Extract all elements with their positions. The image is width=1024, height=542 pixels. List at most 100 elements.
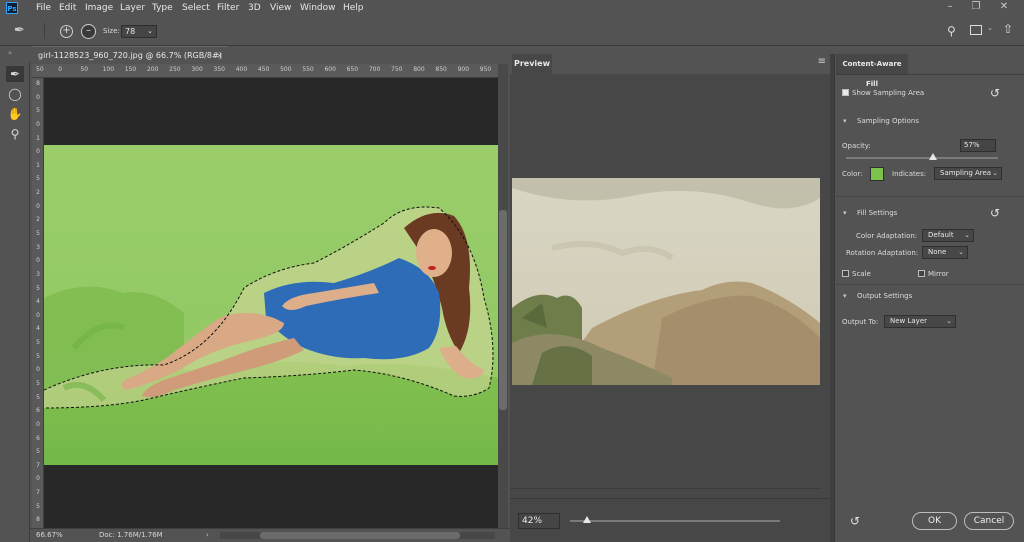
sampling-color-swatch[interactable] <box>870 167 884 181</box>
preview-hscroll[interactable] <box>510 488 822 497</box>
ruler-tick-label: 3 <box>36 243 40 251</box>
circle-plus-icon[interactable]: + <box>60 25 73 38</box>
ruler-tick-label: 6 <box>36 407 40 415</box>
document-tab[interactable]: girl-1128523_960_720.jpg @ 66.7% (RGB/8#… <box>32 46 228 64</box>
content-aware-fill-tab[interactable]: Content-Aware Fill <box>836 54 908 88</box>
opacity-slider-thumb[interactable] <box>928 153 937 160</box>
vertical-ruler: 8 0 5 0 1 0 1 5 2 0 2 5 3 0 3 5 4 0 4 5 5 0 5 5 6 0 6 5 7 0 7 5 8 <box>32 78 44 528</box>
preview-tab[interactable]: Preview <box>512 54 552 74</box>
chevron-down-icon: ⌄ <box>147 27 153 35</box>
document-canvas[interactable] <box>43 78 498 528</box>
status-menu-icon[interactable]: › <box>206 529 209 542</box>
collapse-triangle-icon[interactable]: ▾ <box>843 117 847 125</box>
color-adaptation-label: Color Adaptation: <box>856 232 918 240</box>
reset-fill-icon[interactable]: ↺ <box>988 206 1002 220</box>
preview-zoom-slider[interactable] <box>570 520 780 522</box>
ruler-tick-label: 0 <box>36 93 40 101</box>
preview-scrollbar[interactable] <box>822 74 830 498</box>
ruler-tick-label: 350 <box>213 66 225 73</box>
collapse-triangle-icon[interactable]: ▾ <box>843 292 847 300</box>
size-field[interactable]: 78 ⌄ <box>121 25 157 38</box>
scale-checkbox[interactable] <box>842 270 849 277</box>
output-settings-heading: Output Settings <box>857 292 913 300</box>
hand-icon[interactable]: ✋ <box>6 106 24 122</box>
preview-zoom-slider-thumb[interactable] <box>582 516 591 523</box>
ruler-tick-label: 200 <box>146 66 159 73</box>
document-info: Doc: 1.76M/1.76M <box>99 531 163 539</box>
rotation-adaptation-dropdown[interactable]: None ⌄ <box>922 246 968 259</box>
share-icon[interactable]: ⇧ <box>1003 22 1013 36</box>
menu-select[interactable]: Select <box>182 1 210 15</box>
ruler-tick-label: 5 <box>36 352 40 360</box>
horizontal-scrollbar[interactable] <box>220 532 495 539</box>
opacity-field[interactable]: 57% <box>960 139 996 152</box>
ruler-tick-label: 0 <box>36 257 40 265</box>
workspace-icon[interactable] <box>970 25 982 35</box>
menu-bar: Ps File Edit Image Layer Type Select Fil… <box>0 0 1024 16</box>
indicates-dropdown[interactable]: Sampling Area ⌄ <box>934 167 1002 180</box>
menu-file[interactable]: File <box>36 1 51 15</box>
document-scroll-thumb[interactable] <box>499 210 507 410</box>
ok-button[interactable]: OK <box>912 512 957 530</box>
zoom-icon[interactable]: ⚲ <box>6 126 24 142</box>
ruler-tick-label: 4 <box>36 298 40 306</box>
lasso-icon[interactable]: ◯ <box>6 86 24 102</box>
ruler-tick-label: 5 <box>36 339 40 347</box>
menu-type[interactable]: Type <box>152 1 173 15</box>
menu-layer[interactable]: Layer <box>120 1 145 15</box>
sampling-brush-preset-icon[interactable]: ✒ <box>14 23 25 38</box>
size-value: 78 <box>125 27 136 36</box>
reset-all-icon[interactable]: ↺ <box>848 514 862 528</box>
scale-label: Scale <box>852 270 871 278</box>
chevron-down-icon[interactable]: ⌄ <box>987 24 993 32</box>
document-image <box>43 145 498 465</box>
ruler-tick-label: 5 <box>36 502 40 510</box>
ruler-tick-label: 0 <box>36 311 40 319</box>
show-sampling-area-checkbox[interactable] <box>842 89 849 96</box>
ruler-tick-label: 0 <box>36 475 40 483</box>
restore-icon[interactable]: ❐ <box>966 0 986 16</box>
output-to-dropdown[interactable]: New Layer ⌄ <box>884 315 956 328</box>
circle-minus-icon[interactable]: – <box>81 24 96 39</box>
opacity-slider[interactable] <box>846 157 998 159</box>
close-tab-icon[interactable]: × <box>216 47 223 64</box>
search-icon[interactable]: ⚲ <box>947 24 956 38</box>
panel-menu-icon[interactable]: ≡ <box>818 56 826 67</box>
preview-image <box>512 178 820 385</box>
color-adaptation-dropdown[interactable]: Default ⌄ <box>922 229 974 242</box>
ruler-tick-label: 800 <box>413 66 425 73</box>
menu-window[interactable]: Window <box>300 1 336 15</box>
toolbar-header: » <box>0 46 30 62</box>
ruler-tick-label: 5 <box>36 175 40 183</box>
menu-view[interactable]: View <box>270 1 291 15</box>
menu-help[interactable]: Help <box>343 1 364 15</box>
ruler-tick-label: 850 <box>435 66 447 73</box>
preview-zoom-field[interactable]: 42% <box>518 513 560 529</box>
ruler-tick-label: 8 <box>36 80 40 87</box>
divider <box>836 74 1024 75</box>
zoom-level[interactable]: 66.67% <box>36 529 63 542</box>
minimize-icon[interactable]: – <box>940 0 960 16</box>
ruler-tick-label: 0 <box>36 420 40 428</box>
menu-filter[interactable]: Filter <box>217 1 239 15</box>
menu-image[interactable]: Image <box>85 1 113 15</box>
ruler-tick-label: 0 <box>36 120 40 128</box>
sampling-brush-icon[interactable]: ✒ <box>6 66 24 82</box>
size-label: Size: <box>103 27 120 35</box>
menu-edit[interactable]: Edit <box>59 1 76 15</box>
preview-header: ≡ <box>510 46 830 74</box>
ruler-tick-label: 550 <box>302 66 314 73</box>
ruler-tick-label: 8 <box>36 516 40 524</box>
mirror-checkbox[interactable] <box>918 270 925 277</box>
horizontal-scroll-thumb[interactable] <box>260 532 460 539</box>
ruler-tick-label: 3 <box>36 270 40 278</box>
close-icon[interactable]: ✕ <box>994 0 1014 16</box>
menu-3d[interactable]: 3D <box>248 1 261 15</box>
collapse-triangle-icon[interactable]: ▾ <box>843 209 847 217</box>
color-adaptation-value: Default <box>928 231 954 239</box>
ruler-tick-label: 2 <box>36 216 40 224</box>
sampling-options-heading: Sampling Options <box>857 117 919 125</box>
reset-sampling-icon[interactable]: ↺ <box>988 86 1002 100</box>
cancel-button[interactable]: Cancel <box>964 512 1014 530</box>
output-to-value: New Layer <box>890 317 928 325</box>
